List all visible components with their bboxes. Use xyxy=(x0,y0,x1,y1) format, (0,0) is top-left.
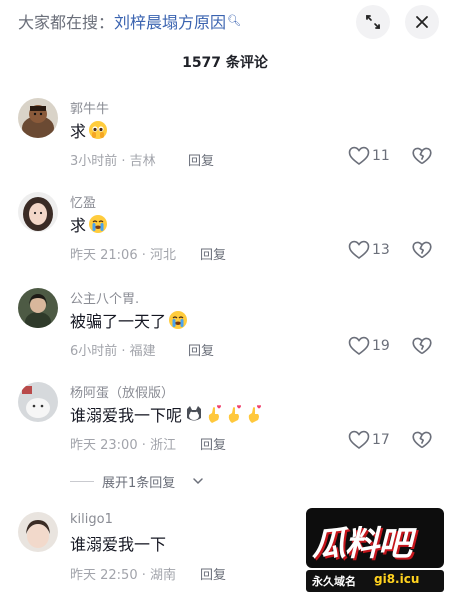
finger-heart-emoji-icon xyxy=(206,404,224,430)
avatar[interactable] xyxy=(18,382,58,422)
comment-text-body: 被骗了一天了 xyxy=(70,312,167,331)
cat-face-emoji-icon xyxy=(184,404,204,430)
like-count: 19 xyxy=(372,338,390,354)
finger-heart-emoji-icon xyxy=(226,404,244,430)
avatar[interactable] xyxy=(18,512,58,552)
comment-count: 1577 条评论 xyxy=(182,55,268,71)
comment-time-location: 6小时前 · 福建 xyxy=(70,344,156,359)
divider xyxy=(70,481,94,482)
commenter-name[interactable]: 郭牛牛 xyxy=(70,98,109,117)
heart-icon xyxy=(348,336,370,355)
search-icon[interactable]: 🔍︎ xyxy=(227,14,241,27)
heart-icon xyxy=(348,146,370,165)
pleading-face-emoji-icon xyxy=(88,120,108,146)
dislike-button[interactable] xyxy=(412,337,432,359)
avatar[interactable] xyxy=(18,288,58,328)
like-button[interactable]: 19 xyxy=(348,336,400,358)
trending-search-term[interactable]: 刘梓晨塌方原因 xyxy=(114,13,226,32)
watermark-logo-text: 瓜料吧 xyxy=(312,524,412,564)
broken-heart-icon xyxy=(412,241,432,259)
commenter-name[interactable]: 忆盈 xyxy=(70,192,96,211)
reply-button[interactable]: 回复 xyxy=(200,434,226,453)
crying-face-emoji-icon xyxy=(88,214,108,240)
expand-icon xyxy=(366,15,380,29)
comment-item: 杨阿蛋（放假版） 谁溺爱我一下呢 昨天 23:00 · 浙江 回复 17 xyxy=(0,382,450,470)
avatar[interactable] xyxy=(18,98,58,138)
like-count: 17 xyxy=(372,432,390,448)
comment-time-location: 3小时前 · 吉林 xyxy=(70,154,156,169)
broken-heart-icon xyxy=(412,337,432,355)
heart-icon xyxy=(348,240,370,259)
reply-button[interactable]: 回复 xyxy=(188,150,214,169)
comment-text-body: 求 xyxy=(70,122,87,141)
broken-heart-icon xyxy=(412,431,432,449)
trending-search-prefix: 大家都在搜： xyxy=(18,13,115,32)
finger-heart-emoji-icon xyxy=(246,404,264,430)
comment-item: 公主八个胃. 被骗了一天了 6小时前 · 福建 回复 19 xyxy=(0,288,450,376)
comment-text-body: 谁溺爱我一下 xyxy=(70,535,167,554)
watermark-label: 永久域名 xyxy=(312,575,356,588)
dislike-button[interactable] xyxy=(412,147,432,169)
like-button[interactable]: 17 xyxy=(348,430,400,452)
reply-button[interactable]: 回复 xyxy=(200,244,226,263)
heart-icon xyxy=(348,430,370,449)
watermark: 瓜料吧 永久域名 gi8.icu xyxy=(306,508,444,596)
watermark-domain: gi8.icu xyxy=(374,572,420,586)
top-bar: 大家都在搜：刘梓晨塌方原因🔍︎ xyxy=(0,0,450,44)
broken-heart-icon xyxy=(412,147,432,165)
comment-text-body: 谁溺爱我一下呢 xyxy=(70,406,183,425)
comment-item: 郭牛牛 求 3小时前 · 吉林 回复 11 xyxy=(0,98,450,186)
close-button[interactable] xyxy=(405,5,439,39)
watermark-logo: 瓜料吧 xyxy=(306,508,444,568)
comment-time-location: 昨天 23:00 · 浙江 xyxy=(70,438,176,453)
comment-time-location: 昨天 21:06 · 河北 xyxy=(70,248,176,263)
comment-text: 谁溺爱我一下呢 xyxy=(70,404,264,430)
commenter-name[interactable]: 杨阿蛋（放假版） xyxy=(70,382,174,401)
comment-time-location: 昨天 22:50 · 湖南 xyxy=(70,568,176,583)
expand-button[interactable] xyxy=(356,5,390,39)
comment-text: 谁溺爱我一下 xyxy=(70,534,166,556)
chevron-down-icon xyxy=(193,478,203,485)
reply-button[interactable]: 回复 xyxy=(188,340,214,359)
like-button[interactable]: 13 xyxy=(348,240,400,262)
reply-button[interactable]: 回复 xyxy=(200,564,226,583)
comment-text: 求 xyxy=(70,120,108,146)
comment-text: 被骗了一天了 xyxy=(70,310,188,336)
like-count: 13 xyxy=(372,242,390,258)
like-count: 11 xyxy=(372,148,390,164)
trending-search-hint[interactable]: 大家都在搜：刘梓晨塌方原因🔍︎ xyxy=(18,10,241,34)
expand-replies-button[interactable]: 展开1条回复 xyxy=(70,472,270,492)
dislike-button[interactable] xyxy=(412,241,432,263)
watermark-bar: 永久域名 gi8.icu xyxy=(306,570,444,592)
commenter-name[interactable]: 公主八个胃. xyxy=(70,288,139,307)
crying-face-emoji-icon xyxy=(168,310,188,336)
like-button[interactable]: 11 xyxy=(348,146,400,168)
comment-text: 求 xyxy=(70,214,108,240)
close-icon xyxy=(416,16,428,28)
commenter-name[interactable]: kiligo1 xyxy=(70,512,113,527)
comment-text-body: 求 xyxy=(70,216,87,235)
comment-item: 忆盈 求 昨天 21:06 · 河北 回复 13 xyxy=(0,192,450,280)
dislike-button[interactable] xyxy=(412,431,432,453)
avatar[interactable] xyxy=(18,192,58,232)
expand-replies-label: 展开1条回复 xyxy=(102,476,176,491)
